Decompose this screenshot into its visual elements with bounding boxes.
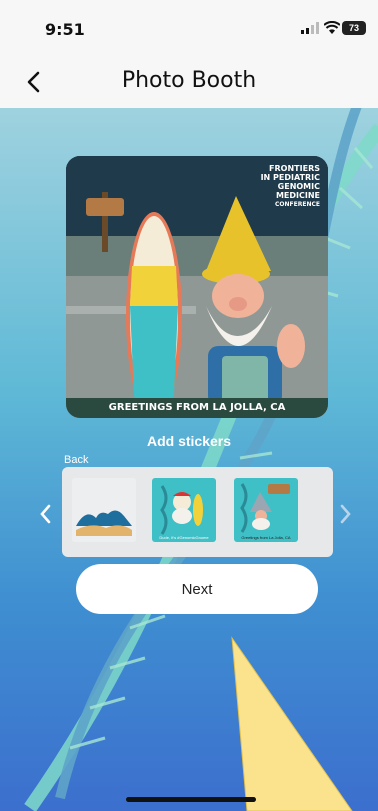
logo-line: FRONTIERS xyxy=(269,164,320,173)
battery-icon: 73 xyxy=(342,21,366,35)
sticker-wave[interactable] xyxy=(72,478,136,542)
back-label[interactable]: Back xyxy=(64,454,88,466)
photo-caption: GREETINGS FROM LA JOLLA, CA xyxy=(66,398,328,418)
logo-line: GENOMIC xyxy=(277,182,320,191)
sticker-tray: Dude, It's #GenomicGnome Greetings from … xyxy=(62,467,333,557)
surf-dude-sticker-icon xyxy=(152,478,216,542)
home-indicator xyxy=(126,797,256,802)
add-stickers-heading: Add stickers xyxy=(146,433,232,449)
chevron-right-icon[interactable] xyxy=(337,503,353,525)
status-bar: 9:51 73 xyxy=(0,0,378,56)
signal-icon xyxy=(301,22,319,34)
page-title: Photo Booth xyxy=(121,68,257,93)
logo-line: CONFERENCE xyxy=(275,201,320,208)
status-time: 9:51 xyxy=(45,20,85,39)
wifi-icon xyxy=(324,21,340,34)
wave-icon xyxy=(72,478,136,542)
logo-line: MEDICINE xyxy=(275,191,320,200)
photo-preview: FRONTIERS IN PEDIATRIC GENOMIC MEDICINE … xyxy=(66,156,328,418)
gnome-greeting-sticker-icon xyxy=(234,478,298,542)
logo-line: IN PEDIATRIC xyxy=(260,173,320,182)
sticker-gnome-greeting[interactable]: Greetings from La Jolla, CA xyxy=(234,478,298,542)
content-area: FRONTIERS IN PEDIATRIC GENOMIC MEDICINE … xyxy=(0,108,378,811)
nav-bar: Photo Booth xyxy=(0,56,378,109)
chevron-left-icon[interactable] xyxy=(38,503,54,525)
next-button[interactable]: Next xyxy=(76,564,318,614)
sticker-caption: Greetings from La Jolla, CA xyxy=(241,535,291,540)
sticker-caption: Dude, It's #GenomicGnome xyxy=(159,535,209,540)
conference-logo: FRONTIERS IN PEDIATRIC GENOMIC MEDICINE … xyxy=(250,164,320,209)
sticker-surf-dude[interactable]: Dude, It's #GenomicGnome xyxy=(152,478,216,542)
